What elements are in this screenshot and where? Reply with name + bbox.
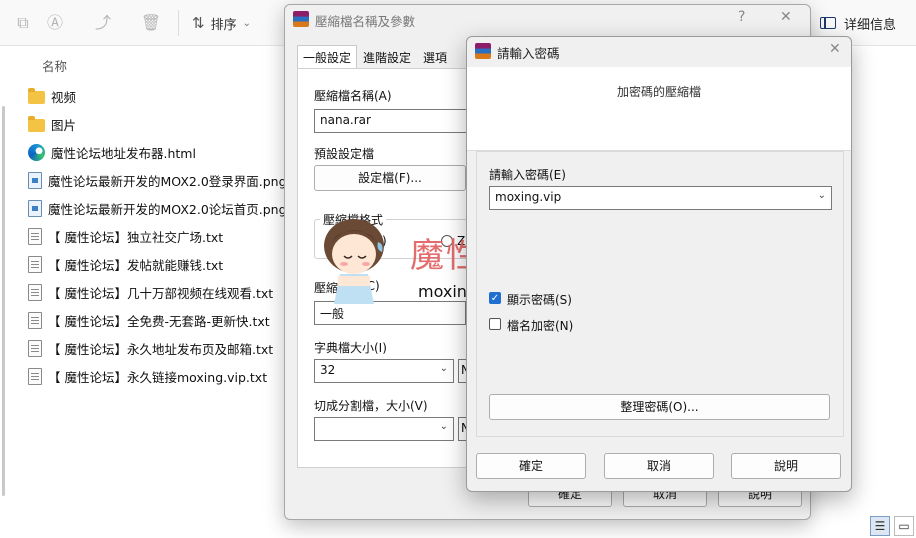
winrar-icon [475,43,491,59]
method-value: 一般 [320,307,345,321]
password-dialog-title: 請輸入密碼 [497,46,560,61]
copy-icon[interactable]: ⧉ [12,12,34,34]
txt-file-icon [28,227,42,245]
vertical-scrollbar[interactable] [0,46,8,516]
split-size-select[interactable]: ⌄ [314,417,454,441]
column-header-name[interactable]: 名称 [42,56,67,75]
close-icon[interactable]: ✕ [780,9,792,25]
chevron-down-icon: ⌄ [439,421,448,432]
file-name: 魔性论坛最新开发的MOX2.0论坛首页.png [48,201,287,217]
list-item[interactable]: 魔性论坛最新开发的MOX2.0登录界面.png [28,166,288,194]
list-item[interactable]: 视频 [28,82,288,110]
help-icon[interactable]: ? [738,9,745,25]
details-view-icon[interactable]: ☰ [870,516,890,536]
view-toggles: ☰ ▭ [870,516,914,536]
password-help-button[interactable]: 說明 [731,453,841,479]
toolbar-separator [178,10,179,36]
list-item[interactable]: 魔性论坛地址发布器.html [28,138,288,166]
file-name: 【 魔性论坛】永久链接moxing.vip.txt [48,369,268,385]
password-header: 加密碼的壓縮檔 [467,67,851,151]
rename-icon[interactable]: Ⓐ [44,12,66,34]
chevron-down-icon[interactable]: ⌄ [818,190,826,201]
archive-dialog-titlebar[interactable]: 壓縮檔名稱及參數 ? ✕ [285,5,810,35]
txt-file-icon [28,311,42,329]
file-name: 【 魔性论坛】永久地址发布页及邮箱.txt [48,341,274,357]
file-name: 图片 [51,117,77,133]
show-password-label: 顯示密碼(S) [507,293,572,307]
edge-html-icon [28,143,45,161]
profile-label: 預設設定檔 [314,147,375,161]
list-item[interactable]: 【 魔性论坛】永久地址发布页及邮箱.txt [28,334,288,362]
encrypt-names-checkbox[interactable] [489,318,501,330]
encrypt-names-label: 檔名加密(N) [507,319,574,333]
file-list: 视频 图片 魔性论坛地址发布器.html 魔性论坛最新开发的MOX2.0登录界面… [28,82,288,390]
chevron-down-icon: ⌄ [439,363,448,374]
show-password-checkbox[interactable]: ✓ [489,292,501,304]
list-item[interactable]: 【 魔性论坛】几十万部视频在线观看.txt [28,278,288,306]
dict-size-select[interactable]: 32 ⌄ [314,359,454,383]
list-item[interactable]: 图片 [28,110,288,138]
list-item[interactable]: 【 魔性论坛】发帖就能赚钱.txt [28,250,288,278]
sort-icon: ⇅ [192,14,205,32]
chevron-down-icon: ⌄ [242,17,251,29]
password-header-text: 加密碼的壓縮檔 [616,85,701,99]
list-item[interactable]: 【 魔性论坛】独立社交广场.txt [28,222,288,250]
archive-dialog-title: 壓縮檔名稱及參數 [315,14,416,29]
profile-button[interactable]: 設定檔(F)... [314,165,466,191]
password-value: moxing.vip [495,190,562,204]
mascot-watermark-image [324,219,384,304]
sort-button[interactable]: ⇅ 排序 ⌄ [192,10,251,36]
tab-options[interactable]: 選項 [417,45,453,69]
sort-label: 排序 [210,17,237,33]
dict-size-label: 字典檔大小(I) [314,341,387,355]
password-panel: 請輸入密碼(E) moxing.vip ⌄ ✓ 顯示密碼(S) 檔名加密(N) … [476,151,844,437]
folder-icon [28,115,45,132]
folder-icon [28,87,45,104]
dict-size-value: 32 [320,363,336,377]
png-file-icon [28,171,42,189]
list-item[interactable]: 【 魔性论坛】全免费-无套路-更新快.txt [28,306,288,334]
file-name: 视频 [51,89,77,105]
tab-advanced[interactable]: 進階設定 [357,45,417,69]
txt-file-icon [28,283,42,301]
password-input[interactable]: moxing.vip ⌄ [489,186,832,210]
scrollbar-thumb[interactable] [2,106,5,496]
details-pane-icon [820,17,836,29]
share-icon[interactable]: ⤴ [92,12,114,34]
split-size-label: 切成分割檔，大小(V) [314,399,428,413]
list-item[interactable]: 魔性论坛最新开发的MOX2.0论坛首页.png [28,194,288,222]
file-name: 【 魔性论坛】几十万部视频在线观看.txt [48,285,274,301]
close-icon[interactable]: ✕ [829,41,841,57]
archive-tabs: 一般設定 進階設定 選項 [297,45,453,69]
password-dialog: 請輸入密碼 ✕ 加密碼的壓縮檔 請輸入密碼(E) moxing.vip ⌄ ✓ … [466,36,852,492]
png-file-icon [28,199,42,217]
password-dialog-titlebar[interactable]: 請輸入密碼 ✕ [467,37,851,67]
file-name: 【 魔性论坛】独立社交广场.txt [48,229,224,245]
delete-icon[interactable]: 🗑 [140,12,162,34]
archive-name-label: 壓縮檔名稱(A) [314,89,392,103]
organize-passwords-button[interactable]: 整理密碼(O)... [489,394,830,420]
list-item[interactable]: 【 魔性论坛】永久链接moxing.vip.txt [28,362,288,390]
txt-file-icon [28,339,42,357]
password-label: 請輸入密碼(E) [489,168,566,182]
winrar-icon [293,11,309,27]
txt-file-icon [28,367,42,385]
file-name: 魔性论坛最新开发的MOX2.0登录界面.png [48,173,287,189]
password-ok-button[interactable]: 確定 [476,453,586,479]
details-label: 详细信息 [844,17,897,33]
details-button[interactable]: 详细信息 [820,10,896,36]
preview-view-icon[interactable]: ▭ [894,516,914,536]
file-name: 魔性论坛地址发布器.html [51,145,196,161]
txt-file-icon [28,255,42,273]
file-name: 【 魔性论坛】发帖就能赚钱.txt [48,257,224,273]
password-cancel-button[interactable]: 取消 [604,453,714,479]
tab-general[interactable]: 一般設定 [297,45,358,69]
file-name: 【 魔性论坛】全免费-无套路-更新快.txt [48,313,270,329]
